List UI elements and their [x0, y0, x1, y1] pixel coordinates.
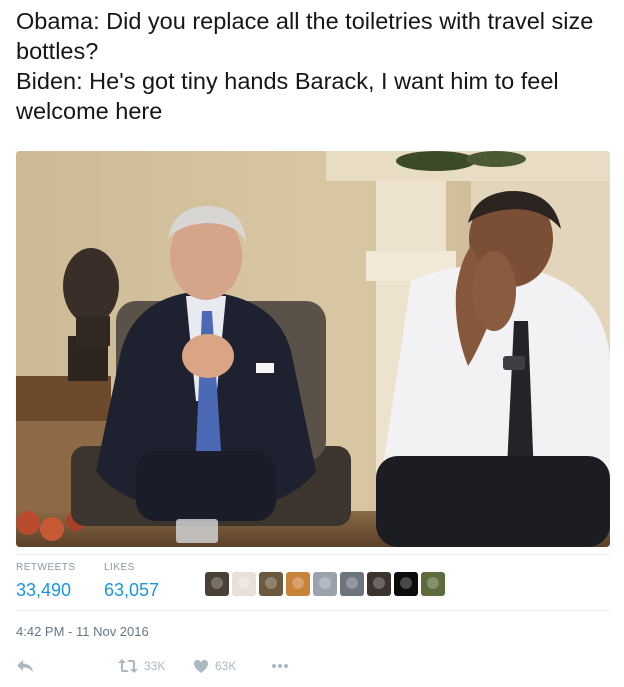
liker-avatars	[205, 572, 445, 596]
retweets-label: RETWEETS	[16, 562, 76, 573]
tweet-timestamp[interactable]: 4:42 PM - 11 Nov 2016	[16, 624, 149, 639]
avatar-icon	[373, 577, 385, 589]
likes-label: LIKES	[104, 562, 135, 573]
liker-avatar[interactable]	[367, 572, 391, 596]
avatar-icon	[238, 577, 250, 589]
retweet-count: 33K	[144, 659, 166, 673]
tweet-text: Obama: Did you replace all the toiletrie…	[16, 6, 612, 126]
retweet-icon	[118, 658, 138, 674]
avatar-icon	[211, 577, 223, 589]
photo-illustration	[16, 151, 610, 547]
more-button[interactable]	[271, 654, 289, 678]
heart-icon	[193, 659, 209, 674]
tweet-line: Biden: He's got tiny hands Barack, I wan…	[16, 68, 559, 124]
likes-count: 63,057	[104, 580, 160, 600]
retweets-count: 33,490	[16, 580, 72, 600]
retweet-button[interactable]: 33K	[118, 654, 165, 678]
avatar-icon	[346, 577, 358, 589]
more-icon	[271, 663, 289, 669]
retweets-stat[interactable]: RETWEETS 33,490	[16, 562, 76, 601]
avatar-icon	[292, 577, 304, 589]
reply-button[interactable]	[16, 654, 34, 678]
avatar-icon	[400, 577, 412, 589]
tweet-line: Obama: Did you replace all the toiletrie…	[16, 8, 594, 64]
liker-avatar[interactable]	[205, 572, 229, 596]
tweet-actions: 33K 63K	[16, 654, 416, 678]
reply-icon	[16, 658, 34, 674]
liker-avatar[interactable]	[394, 572, 418, 596]
tweet-photo[interactable]	[16, 151, 610, 547]
likes-stat[interactable]: LIKES 63,057	[104, 562, 159, 601]
avatar-icon	[427, 577, 439, 589]
avatar-icon	[319, 577, 331, 589]
liker-avatar[interactable]	[340, 572, 364, 596]
liker-avatar[interactable]	[259, 572, 283, 596]
divider	[16, 554, 610, 555]
liker-avatar[interactable]	[286, 572, 310, 596]
liker-avatar[interactable]	[232, 572, 256, 596]
like-count: 63K	[215, 659, 237, 673]
liker-avatar[interactable]	[421, 572, 445, 596]
divider	[16, 610, 610, 611]
like-button[interactable]: 63K	[193, 654, 236, 678]
liker-avatar[interactable]	[313, 572, 337, 596]
avatar-icon	[265, 577, 277, 589]
